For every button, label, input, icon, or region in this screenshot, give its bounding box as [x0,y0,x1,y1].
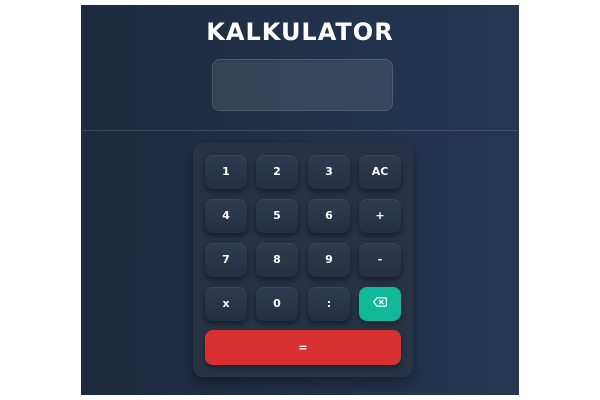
key-5[interactable]: 5 [256,199,298,233]
key-8[interactable]: 8 [256,243,298,277]
keypad: 1 2 3 AC 4 5 6 + 7 8 9 - x 0 : = [193,143,413,377]
display-screen [212,59,393,111]
key-all-clear[interactable]: AC [359,155,401,189]
key-2[interactable]: 2 [256,155,298,189]
key-divide[interactable]: : [308,287,350,321]
key-4[interactable]: 4 [205,199,247,233]
key-9[interactable]: 9 [308,243,350,277]
backspace-button[interactable] [359,287,401,321]
key-7[interactable]: 7 [205,243,247,277]
equals-button[interactable]: = [205,330,401,365]
backspace-icon [373,287,387,321]
key-1[interactable]: 1 [205,155,247,189]
key-0[interactable]: 0 [256,287,298,321]
key-multiply[interactable]: x [205,287,247,321]
app-title: KALKULATOR [206,18,394,46]
key-minus[interactable]: - [359,243,401,277]
key-3[interactable]: 3 [308,155,350,189]
key-6[interactable]: 6 [308,199,350,233]
header: KALKULATOR [81,5,519,131]
calculator-app: KALKULATOR 1 2 3 AC 4 5 6 + 7 8 9 - x 0 … [81,5,519,395]
key-plus[interactable]: + [359,199,401,233]
